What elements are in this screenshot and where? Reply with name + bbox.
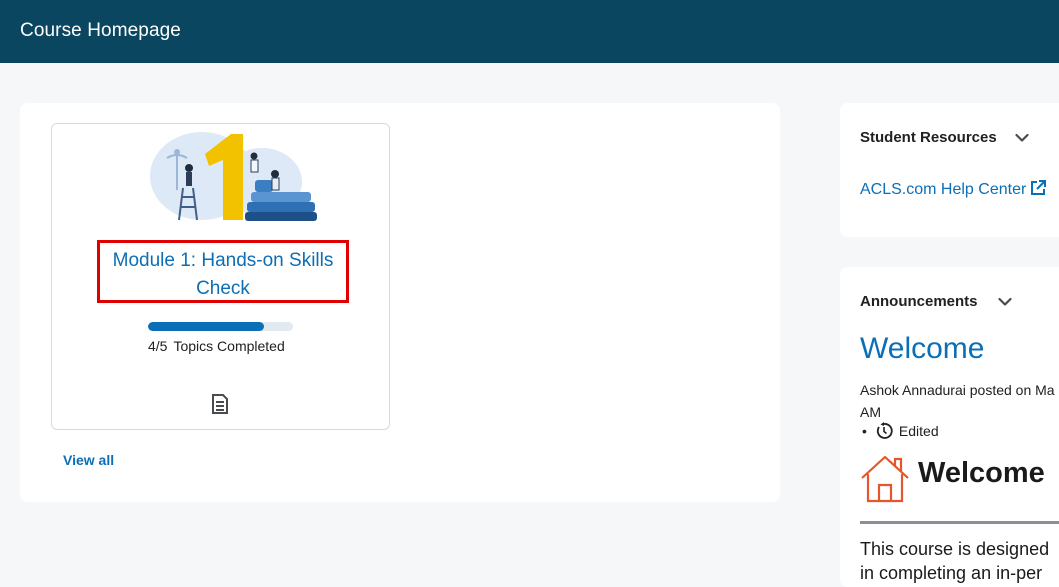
welcome-heading: Welcome — [918, 457, 1045, 489]
progress-count: 4/5 — [148, 338, 168, 354]
announcement-time-line: AM — [860, 404, 881, 420]
progress-label: 4/5 Topics Completed — [148, 338, 285, 354]
module-progress-bar — [148, 322, 293, 331]
announcement-body-line2: in completing an in-per — [860, 563, 1043, 583]
divider — [860, 521, 1059, 524]
student-resources-heading: Student Resources — [860, 129, 997, 146]
page-title: Course Homepage — [20, 20, 181, 41]
announcement-body: This course is designed in completing an… — [860, 537, 1049, 585]
module-card[interactable]: Module 1: Hands-on Skills Check 4/5 Topic… — [51, 123, 390, 430]
announcements-heading: Announcements — [860, 293, 978, 310]
chevron-down-icon[interactable] — [1015, 133, 1029, 143]
module-progress-fill — [148, 322, 264, 331]
house-icon — [861, 455, 909, 503]
progress-caption: Topics Completed — [173, 338, 285, 354]
edited-indicator: • Edited — [862, 422, 939, 440]
help-center-link[interactable]: ACLS.com Help Center — [860, 179, 1047, 199]
top-nav-bar: Course Homepage — [0, 0, 1059, 63]
content-browser-panel: Module 1: Hands-on Skills Check 4/5 Topic… — [20, 103, 780, 502]
module-title-link[interactable]: Module 1: Hands-on Skills Check — [100, 247, 346, 303]
announcements-widget: Announcements Welcome Ashok Annadurai po… — [840, 267, 1059, 587]
external-link-icon — [1031, 180, 1047, 195]
chevron-down-icon[interactable] — [998, 297, 1012, 307]
edited-label: Edited — [898, 423, 939, 439]
student-resources-widget: Student Resources ACLS.com Help Center — [840, 103, 1059, 237]
document-icon[interactable] — [212, 394, 228, 414]
history-icon — [876, 422, 893, 439]
announcement-body-line1: This course is designed — [860, 539, 1050, 559]
help-center-label: ACLS.com Help Center — [860, 181, 1027, 198]
view-all-link[interactable]: View all — [63, 452, 114, 468]
module-1-illustration — [150, 132, 317, 221]
edited-bullet: • — [862, 423, 867, 439]
announcement-title-link[interactable]: Welcome — [860, 332, 984, 366]
announcement-meta: Ashok Annadurai posted on Ma AM — [860, 379, 1059, 423]
announcement-author-line: Ashok Annadurai posted on Ma — [860, 382, 1055, 398]
